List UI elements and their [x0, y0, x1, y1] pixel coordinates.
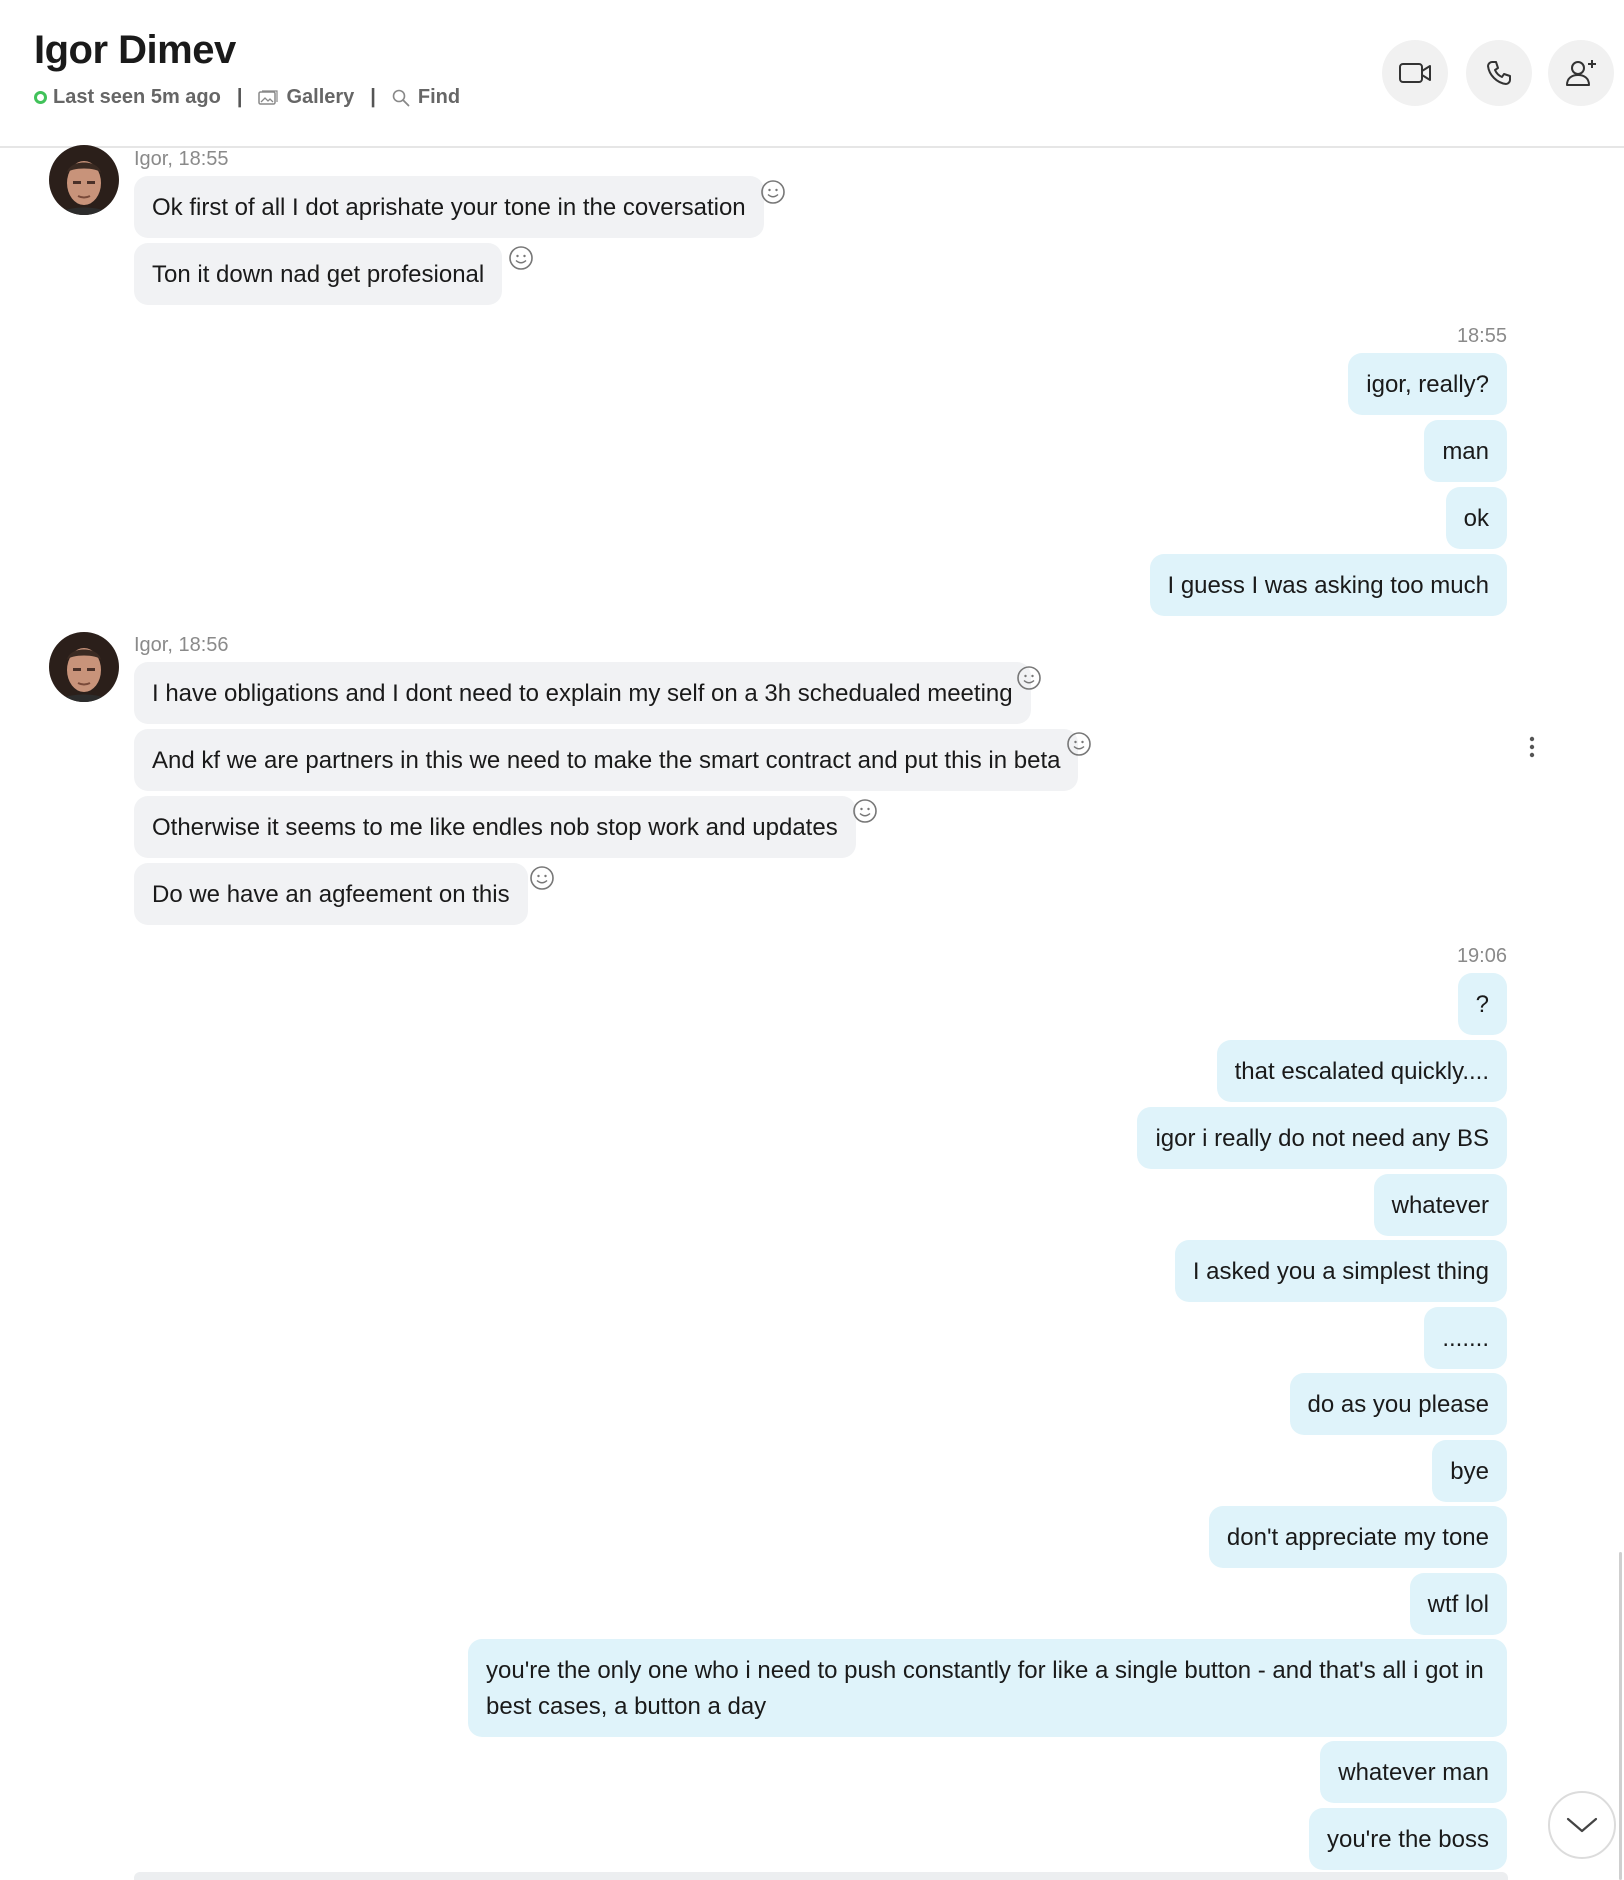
- smiley-icon[interactable]: [760, 179, 786, 205]
- message-bubble[interactable]: you're the boss: [1308, 1808, 1507, 1870]
- smiley-icon[interactable]: [508, 245, 534, 271]
- find-link[interactable]: Find: [392, 86, 460, 109]
- chevron-down-icon: [1566, 1817, 1598, 1833]
- avatar[interactable]: [49, 145, 119, 215]
- separator: |: [236, 86, 243, 108]
- message-bubble[interactable]: whatever man: [1320, 1741, 1507, 1803]
- avatar[interactable]: [49, 632, 119, 702]
- message-meta: 19:06: [1456, 945, 1507, 967]
- partial-message-bubble: [134, 1872, 1508, 1880]
- message-bubble[interactable]: I have obligations and I dont need to ex…: [134, 662, 1031, 724]
- scroll-to-bottom-button[interactable]: [1548, 1791, 1616, 1859]
- message-bubble[interactable]: wtf lol: [1409, 1573, 1507, 1635]
- message-bubble[interactable]: .......: [1424, 1307, 1507, 1369]
- message-bubble[interactable]: ?: [1457, 973, 1507, 1035]
- gallery-icon: [258, 89, 279, 106]
- message-meta: 18:55: [1456, 325, 1507, 347]
- video-call-button[interactable]: [1382, 40, 1448, 106]
- phone-icon: [1487, 61, 1511, 85]
- smiley-icon[interactable]: [1066, 731, 1092, 757]
- scrollbar[interactable]: [1619, 1552, 1622, 1880]
- separator: |: [370, 86, 376, 108]
- find-label: Find: [417, 86, 461, 108]
- message-bubble[interactable]: Otherwise it seems to me like endles nob…: [134, 796, 856, 858]
- online-status-icon: [34, 91, 47, 104]
- message-bubble[interactable]: igor, really?: [1348, 353, 1507, 415]
- more-vertical-icon[interactable]: [1522, 734, 1542, 760]
- message-bubble[interactable]: Ok first of all I dot aprishate your ton…: [134, 176, 764, 238]
- add-participant-button[interactable]: [1548, 40, 1614, 106]
- smiley-icon[interactable]: [1016, 665, 1042, 691]
- message-bubble[interactable]: I asked you a simplest thing: [1174, 1240, 1507, 1302]
- gallery-link[interactable]: Gallery: [258, 86, 354, 109]
- contact-name[interactable]: Igor Dimev: [34, 28, 236, 73]
- video-camera-icon: [1399, 63, 1431, 83]
- search-icon: [392, 89, 410, 107]
- smiley-icon[interactable]: [529, 865, 555, 891]
- audio-call-button[interactable]: [1466, 40, 1532, 106]
- message-bubble[interactable]: whatever: [1373, 1174, 1507, 1236]
- message-bubble[interactable]: And kf we are partners in this we need t…: [134, 729, 1079, 791]
- message-bubble[interactable]: you're the only one who i need to push c…: [468, 1639, 1507, 1737]
- message-bubble[interactable]: igor i really do not need any BS: [1137, 1107, 1507, 1169]
- message-bubble[interactable]: bye: [1432, 1440, 1507, 1502]
- message-meta: Igor, 18:56: [134, 634, 229, 656]
- last-seen-status: Last seen 5m ago: [53, 86, 221, 108]
- message-bubble[interactable]: do as you please: [1289, 1373, 1507, 1435]
- chat-header: Igor Dimev Last seen 5m ago | Gallery | …: [0, 0, 1624, 148]
- message-bubble[interactable]: don't appreciate my tone: [1208, 1506, 1507, 1568]
- message-bubble[interactable]: I guess I was asking too much: [1149, 554, 1507, 616]
- contact-subline: Last seen 5m ago | Gallery | Find: [34, 86, 460, 109]
- message-bubble[interactable]: that escalated quickly....: [1216, 1040, 1507, 1102]
- message-bubble[interactable]: man: [1424, 420, 1507, 482]
- message-bubble[interactable]: Ton it down nad get profesional: [134, 243, 503, 305]
- gallery-label: Gallery: [286, 86, 355, 108]
- message-bubble[interactable]: Do we have an agfeement on this: [134, 863, 528, 925]
- message-meta: Igor, 18:55: [134, 148, 229, 170]
- add-person-icon: [1566, 60, 1596, 86]
- message-bubble[interactable]: ok: [1445, 487, 1507, 549]
- smiley-icon[interactable]: [852, 798, 878, 824]
